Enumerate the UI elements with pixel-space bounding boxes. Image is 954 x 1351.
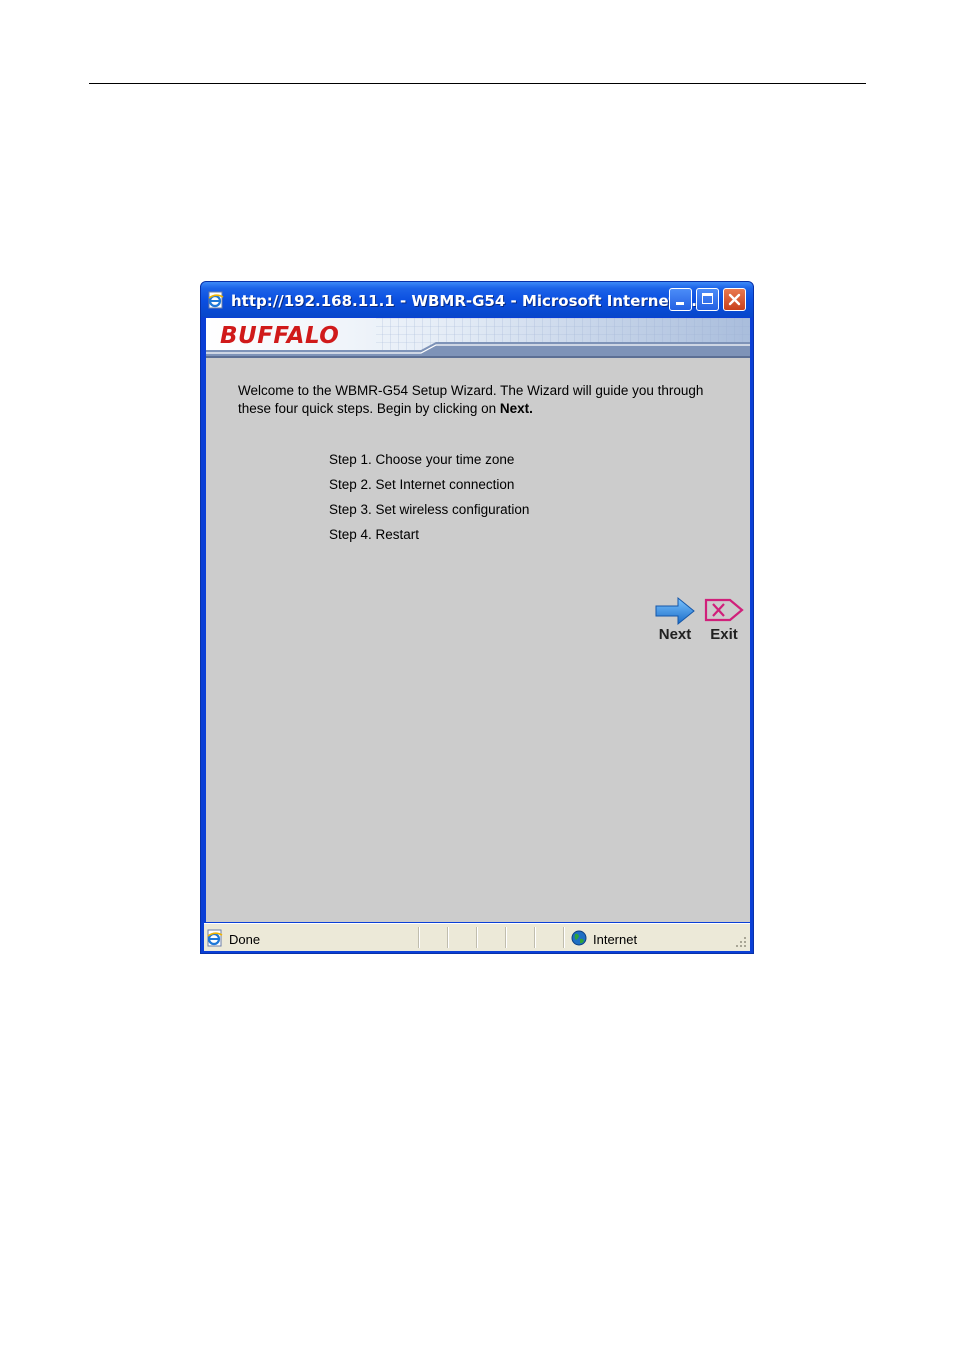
next-button[interactable]: Next: [654, 596, 696, 646]
status-divider: [476, 927, 478, 948]
list-item: Step 2. Set Internet connection: [329, 477, 515, 492]
status-divider: [447, 927, 449, 948]
browser-window: http://192.168.11.1 - WBMR-G54 - Microso…: [200, 281, 754, 954]
title-bar[interactable]: http://192.168.11.1 - WBMR-G54 - Microso…: [201, 282, 753, 317]
list-item: Step 1. Choose your time zone: [329, 452, 515, 467]
ie-page-icon: [208, 291, 224, 309]
resize-grip-icon[interactable]: [735, 936, 747, 948]
buffalo-banner: BUFFALO: [206, 318, 750, 358]
status-divider: [505, 927, 507, 948]
wizard-steps: Step 1. Choose your time zone Step 2. Se…: [329, 450, 529, 550]
list-item: Step 3. Set wireless configuration: [329, 502, 530, 517]
page-content: BUFFALO Welcome to the WBMR-G54 Setup Wi…: [206, 318, 750, 922]
exit-button[interactable]: Exit: [704, 596, 744, 646]
maximize-icon: [702, 293, 713, 304]
page-header-rule: [89, 83, 866, 84]
status-divider: [563, 927, 565, 948]
wizard-intro-emphasis: Next.: [499, 401, 533, 416]
close-icon: [728, 293, 741, 306]
list-item: Step 4. Restart: [329, 527, 420, 542]
blue-arrow-right-icon: [655, 596, 695, 626]
status-divider: [534, 927, 536, 948]
globe-icon: [571, 930, 587, 946]
wizard-intro: Welcome to the WBMR-G54 Setup Wizard. Th…: [238, 382, 708, 418]
close-button[interactable]: [723, 288, 746, 311]
minimize-button[interactable]: [669, 288, 692, 311]
maximize-button[interactable]: [696, 288, 719, 311]
security-zone-text: Internet: [593, 932, 638, 947]
next-label: Next: [658, 626, 692, 643]
minimize-icon: [676, 302, 684, 305]
buffalo-logo: BUFFALO: [220, 323, 339, 349]
status-text: Done: [229, 932, 261, 947]
wizard-intro-text: Welcome to the WBMR-G54 Setup Wizard. Th…: [238, 383, 704, 416]
status-divider: [418, 927, 420, 948]
status-bar: Done Internet: [204, 923, 750, 951]
window-title: http://192.168.11.1 - WBMR-G54 - Microso…: [231, 292, 709, 310]
ie-page-icon: [207, 929, 223, 947]
magenta-x-exit-icon: [704, 598, 744, 622]
exit-label: Exit: [710, 626, 738, 643]
